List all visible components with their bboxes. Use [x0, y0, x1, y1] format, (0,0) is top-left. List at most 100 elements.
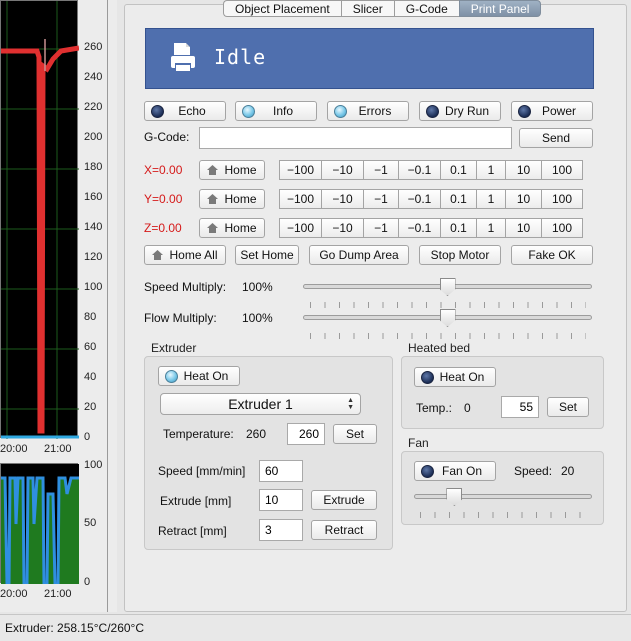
updown-chevron-icon: ▲ ▼ [347, 397, 354, 411]
fan-speed-track[interactable] [414, 494, 592, 499]
extruder-select[interactable]: Extruder 1 ▲ ▼ [160, 393, 361, 415]
fan-speed-label: Speed: [514, 464, 553, 478]
axis-step-button[interactable]: −0.1 [398, 189, 440, 209]
chart-y-tick: 80 [84, 311, 97, 323]
axis-step-button[interactable]: −1 [363, 189, 398, 209]
axis-step-button[interactable]: −0.1 [398, 218, 440, 238]
fan-speed-ticks [420, 512, 585, 518]
axis-step-button[interactable]: 0.1 [440, 189, 476, 209]
flow-multiply-value: 100% [242, 311, 273, 325]
extruder-temperature-target[interactable] [287, 423, 325, 445]
tab-gcode[interactable]: G-Code [393, 0, 459, 17]
errors-label: Errors [358, 104, 392, 118]
home-icon [152, 250, 164, 260]
bed-temp-target[interactable] [501, 396, 539, 418]
axis-step-button[interactable]: 10 [505, 189, 541, 209]
extrude-button[interactable]: Extrude [311, 490, 377, 510]
tab-print-panel[interactable]: Print Panel [458, 0, 542, 17]
status-bar: Extruder: 258.15°C/260°C [0, 614, 631, 641]
status-bar-text: Extruder: 258.15°C/260°C [5, 621, 145, 635]
axis-step-button[interactable]: −10 [321, 160, 363, 180]
axis-step-button[interactable]: 100 [541, 160, 583, 180]
extruder-heat-led-icon [165, 370, 178, 383]
axis-step-button[interactable]: 0.1 [440, 160, 476, 180]
fan-label: Fan On [441, 464, 483, 478]
axis-home-button[interactable]: Home [199, 218, 265, 238]
power-led-icon [518, 105, 531, 118]
axis-step-button[interactable]: −10 [321, 218, 363, 238]
home-all-label: Home All [169, 248, 218, 262]
axis-step-button[interactable]: 1 [476, 160, 505, 180]
output-plot-svg [1, 464, 79, 584]
chart-y-tick: 160 [84, 191, 103, 203]
dry-run-led-icon [426, 105, 439, 118]
axis-step-button[interactable]: 100 [541, 218, 583, 238]
extruder-heat-label: Heat On [183, 369, 229, 383]
info-toggle[interactable]: Info [235, 101, 317, 121]
chart-divider [107, 0, 108, 612]
axis-step-button[interactable]: 1 [476, 218, 505, 238]
go-dump-area-button[interactable]: Go Dump Area [309, 245, 409, 265]
home-icon [207, 223, 219, 233]
axis-home-button[interactable]: Home [199, 189, 265, 209]
set-home-button[interactable]: Set Home [235, 245, 299, 265]
retract-button[interactable]: Retract [311, 520, 377, 540]
temperature-plot [0, 0, 79, 439]
tab-object-placement[interactable]: Object Placement [223, 0, 341, 17]
axis-step-button[interactable]: −100 [279, 218, 321, 238]
axis-step-button[interactable]: −1 [363, 218, 398, 238]
chart-y-tick: 240 [84, 71, 103, 83]
extruder-speed-input[interactable] [259, 460, 303, 482]
axis-step-control: −100 −10 −1 −0.1 0.1 1 10 100 [279, 218, 583, 238]
axis-step-button[interactable]: 0.1 [440, 218, 476, 238]
power-toggle[interactable]: Power [511, 101, 593, 121]
output-plot [0, 463, 79, 584]
axis-step-button[interactable]: 100 [541, 189, 583, 209]
axis-step-button[interactable]: 10 [505, 218, 541, 238]
speed-multiply-label: Speed Multiply: [144, 280, 227, 294]
errors-toggle[interactable]: Errors [327, 101, 409, 121]
home-all-button[interactable]: Home All [144, 245, 226, 265]
extruder-set-button[interactable]: Set [333, 424, 377, 444]
temperature-plot-svg [1, 1, 79, 439]
extruder-speed-label: Speed [mm/min] [158, 464, 246, 478]
dry-run-toggle[interactable]: Dry Run [419, 101, 501, 121]
axis-step-button[interactable]: −10 [321, 189, 363, 209]
extruder-heat-toggle[interactable]: Heat On [158, 366, 240, 386]
retract-label: Retract [mm] [158, 524, 227, 538]
axis-step-control: −100 −10 −1 −0.1 0.1 1 10 100 [279, 189, 583, 209]
extrude-input[interactable] [259, 489, 303, 511]
axis-step-button[interactable]: −0.1 [398, 160, 440, 180]
dry-run-label: Dry Run [444, 104, 489, 118]
retract-input[interactable] [259, 519, 303, 541]
chart2-x-tick: 20:00 [0, 588, 28, 600]
fake-ok-button[interactable]: Fake OK [511, 245, 593, 265]
speed-multiply-value: 100% [242, 280, 273, 294]
echo-toggle[interactable]: Echo [144, 101, 226, 121]
send-button[interactable]: Send [519, 128, 593, 148]
axis-home-label: Home [224, 192, 257, 206]
fan-toggle[interactable]: Fan On [414, 461, 496, 481]
printer-icon [171, 43, 195, 71]
gcode-input[interactable] [199, 127, 512, 149]
info-led-icon [242, 105, 255, 118]
chart2-y-tick: 50 [84, 517, 97, 529]
bed-temp-label: Temp.: [416, 401, 453, 415]
home-icon [207, 194, 219, 204]
chart2-y-tick: 0 [84, 576, 91, 588]
axis-step-button[interactable]: 10 [505, 160, 541, 180]
bed-set-button[interactable]: Set [547, 397, 589, 417]
bed-heat-toggle[interactable]: Heat On [414, 367, 496, 387]
axis-step-button[interactable]: −100 [279, 160, 321, 180]
axis-step-button[interactable]: −100 [279, 189, 321, 209]
extruder-temperature-label: Temperature: [163, 427, 234, 441]
axis-step-button[interactable]: 1 [476, 189, 505, 209]
axis-step-button[interactable]: −1 [363, 160, 398, 180]
chart-y-tick: 20 [84, 401, 97, 413]
axis-home-button[interactable]: Home [199, 160, 265, 180]
chart-y-tick: 260 [84, 41, 103, 53]
tab-slicer[interactable]: Slicer [340, 0, 394, 17]
chart2-x-tick: 21:00 [44, 588, 72, 600]
stop-motor-button[interactable]: Stop Motor [419, 245, 501, 265]
flow-multiply-label: Flow Multiply: [144, 311, 217, 325]
